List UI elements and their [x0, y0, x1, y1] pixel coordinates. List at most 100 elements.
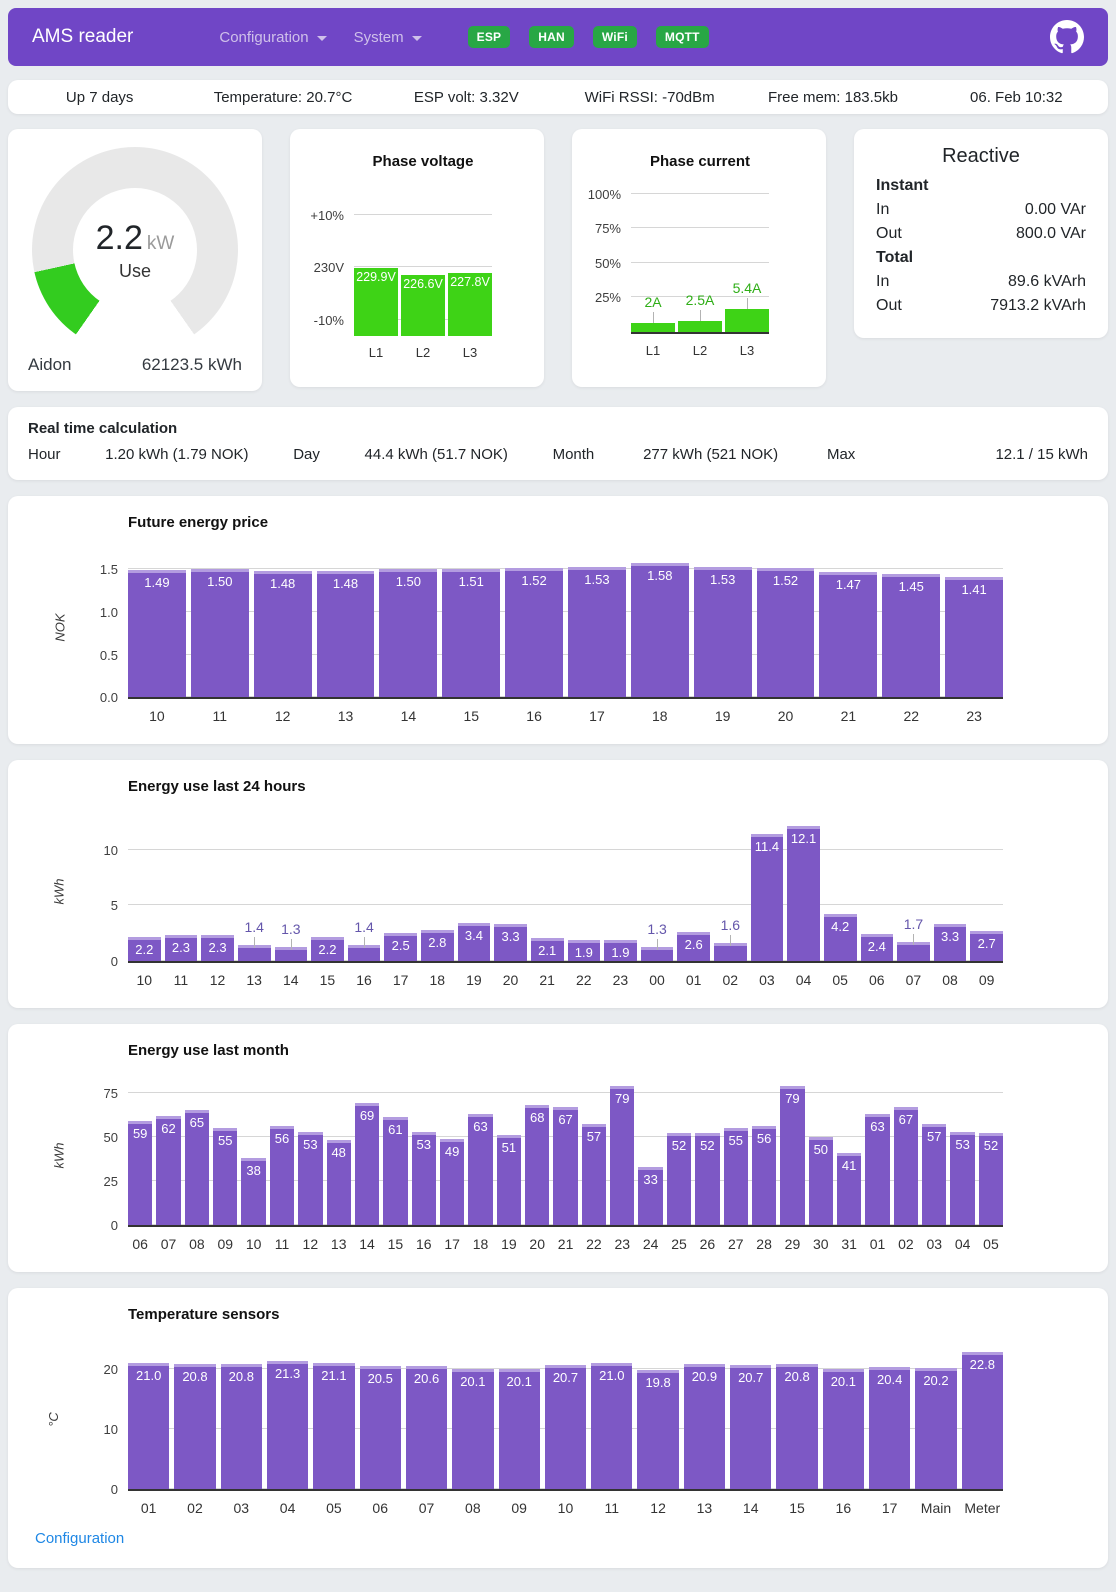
- x-tick-label: 31: [837, 1236, 861, 1252]
- x-tick-label: L1: [631, 343, 675, 358]
- gridline: [631, 227, 769, 228]
- bar: 5.4A: [725, 309, 769, 332]
- y-tick-label: 5: [58, 898, 118, 913]
- x-tick-label: 11: [270, 1236, 294, 1252]
- bar: 67: [894, 1107, 918, 1225]
- bar-value-label: 38: [241, 1163, 265, 1178]
- bar-value-label: 3.3: [934, 929, 967, 944]
- gridline: [631, 193, 769, 194]
- realtime-max-label: Max: [827, 446, 855, 463]
- bar-value-label: 3.4: [458, 928, 491, 943]
- x-tick-label: 14: [275, 972, 308, 988]
- bar: 61: [383, 1117, 407, 1225]
- menu-configuration[interactable]: Configuration: [219, 29, 326, 46]
- x-tick-label: 03: [221, 1500, 262, 1516]
- energy-last-month-title: Energy use last month: [128, 1042, 1083, 1059]
- x-tick-label: 16: [412, 1236, 436, 1252]
- bar-value-label: 2.1: [531, 943, 564, 958]
- bar: 53: [298, 1132, 322, 1225]
- energy-last-24h-chart: 0510kWh2.22.32.31.41.32.21.42.52.83.43.3…: [128, 821, 1003, 988]
- x-tick-label: 15: [442, 708, 500, 724]
- configuration-link[interactable]: Configuration: [35, 1530, 124, 1547]
- x-tick-label: 30: [809, 1236, 833, 1252]
- x-tick-label: 12: [298, 1236, 322, 1252]
- bar: 20.7: [730, 1365, 771, 1489]
- x-tick-label: 23: [945, 708, 1003, 724]
- bar: 55: [213, 1128, 237, 1225]
- x-tick-label: 21: [531, 972, 564, 988]
- bar: 1.58: [631, 563, 689, 697]
- x-tick-label: 06: [861, 972, 894, 988]
- app-brand[interactable]: AMS reader: [32, 26, 133, 48]
- gridline: [354, 214, 492, 215]
- label-leader-line: [653, 312, 654, 323]
- reactive-total-in-value: 89.6 kVArh: [1008, 270, 1086, 294]
- x-tick-label: 01: [677, 972, 710, 988]
- future-energy-price-title: Future energy price: [128, 514, 1083, 531]
- realtime-max-value: 12.1 / 15 kWh: [855, 446, 1088, 463]
- x-tick-label: 22: [882, 708, 940, 724]
- bar-value-label: 21.0: [128, 1368, 169, 1383]
- x-tick-label: 03: [922, 1236, 946, 1252]
- bars-row: 1.491.501.481.481.501.511.521.531.581.53…: [128, 563, 1003, 697]
- bar: 68: [525, 1105, 549, 1225]
- y-axis-unit-label: °C: [46, 1412, 61, 1427]
- future-energy-price-chart: 0.00.51.01.5NOK1.491.501.481.481.501.511…: [128, 557, 1003, 724]
- power-gauge: 2.2kW Use: [32, 147, 238, 353]
- x-tick-label: 25: [667, 1236, 691, 1252]
- x-tick-label: 18: [421, 972, 454, 988]
- bar-value-label: 53: [298, 1137, 322, 1152]
- x-tick-label: 04: [267, 1500, 308, 1516]
- caret-down-icon: [317, 36, 327, 41]
- x-tick-label: 13: [684, 1500, 725, 1516]
- bar: 1.50: [379, 569, 437, 697]
- bar: 1.4: [348, 945, 381, 961]
- bar-value-label: 52: [667, 1138, 691, 1153]
- realtime-month-label: Month: [553, 446, 595, 463]
- temperature: Temperature: 20.7°C: [191, 89, 374, 106]
- temperature-sensors-card: Temperature sensors 01020°C21.020.820.82…: [8, 1288, 1108, 1568]
- bar-value-label: 1.58: [631, 568, 689, 583]
- bar: 20.8: [174, 1364, 215, 1489]
- x-tick-label: 13: [317, 708, 375, 724]
- realtime-day-value: 44.4 kWh (51.7 NOK): [320, 446, 553, 463]
- y-tick-label: 50: [58, 1130, 118, 1145]
- bar-value-label: 19.8: [637, 1375, 678, 1390]
- github-icon[interactable]: [1050, 20, 1084, 54]
- bar: 2.8: [421, 930, 454, 961]
- bar-value-label: 1.52: [757, 573, 815, 588]
- bar-value-label: 2.5A: [686, 292, 715, 308]
- bar-value-label: 3.3: [494, 929, 527, 944]
- x-tick-label: 13: [327, 1236, 351, 1252]
- bar: 20.8: [776, 1364, 817, 1489]
- gauge-center: 2.2kW Use: [73, 188, 197, 312]
- bar-value-label: 49: [440, 1144, 464, 1159]
- bars-row: 229.9V226.6V227.8V: [354, 268, 492, 336]
- esp-volt: ESP volt: 3.32V: [375, 89, 558, 106]
- x-tick-label: 09: [499, 1500, 540, 1516]
- top-cards-row: 2.2kW Use Aidon 62123.5 kWh Phase voltag…: [8, 129, 1108, 391]
- status-badge-esp: ESP: [468, 26, 511, 48]
- bar-value-label: 2.3: [201, 940, 234, 955]
- bar: 1.45: [882, 574, 940, 697]
- bar-value-label: 20.1: [823, 1374, 864, 1389]
- bar-value-label: 20.8: [221, 1369, 262, 1384]
- bar: 2.5A: [678, 321, 722, 332]
- x-tick-label: 21: [553, 1236, 577, 1252]
- bar-value-label: 63: [865, 1119, 889, 1134]
- x-axis-labels: 1011121314151617181920212223: [128, 708, 1003, 724]
- bar-value-label: 20.5: [360, 1371, 401, 1386]
- bar: 57: [582, 1124, 606, 1225]
- bar-value-label: 2.2: [311, 942, 344, 957]
- phase-voltage-chart: +10%230V-10%229.9V226.6V227.8VL1L2L3: [354, 214, 492, 360]
- bar-value-label: 57: [922, 1129, 946, 1144]
- bar: 1.9: [604, 940, 637, 961]
- menu-system[interactable]: System: [354, 29, 422, 46]
- y-tick-label: -10%: [284, 313, 344, 328]
- bar: 1.41: [945, 577, 1003, 697]
- temperature-sensors-title: Temperature sensors: [128, 1306, 1083, 1323]
- x-tick-label: 26: [695, 1236, 719, 1252]
- bar-value-label: 61: [383, 1122, 407, 1137]
- bar: 69: [355, 1103, 379, 1225]
- bar-value-label: 21.0: [591, 1368, 632, 1383]
